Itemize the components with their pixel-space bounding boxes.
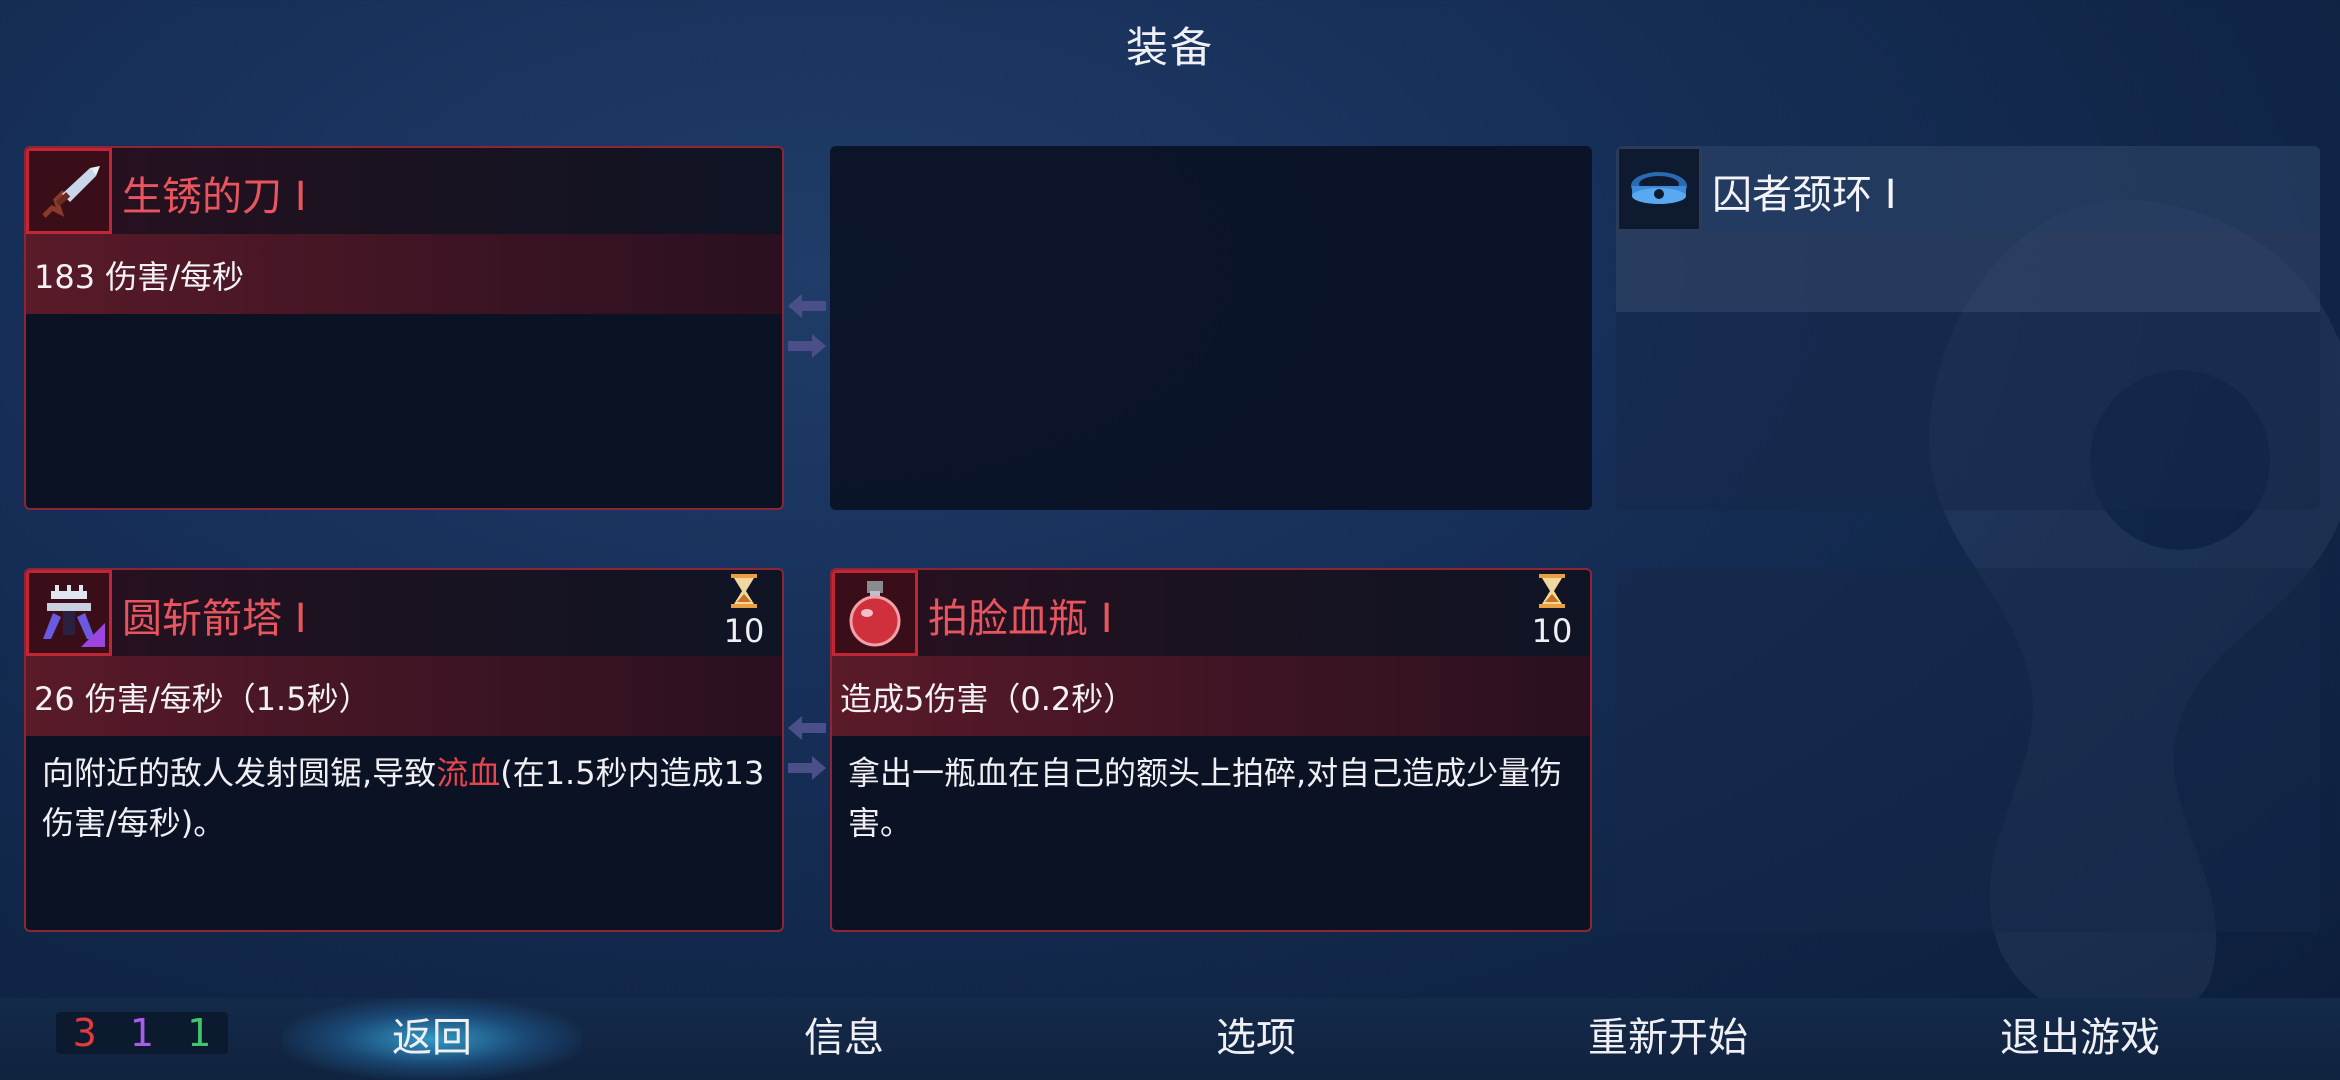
cooldown-value: 10	[723, 612, 765, 650]
item-name: 生锈的刀 Ⅰ	[122, 174, 307, 220]
survival-count: 1	[187, 1011, 212, 1055]
hourglass-icon	[1539, 574, 1565, 608]
bottom-nav-bar: 3 1 1 返回 信息 选项 重新开始 退出游戏	[0, 998, 2340, 1080]
amulet-slot[interactable]: 囚者颈环 Ⅰ	[1616, 146, 2320, 510]
damage-stat: 造成5伤害（0.2秒）	[840, 680, 1136, 718]
back-button[interactable]: 返回	[282, 998, 582, 1080]
tactics-count: 1	[129, 1011, 155, 1055]
blood-flask-icon	[832, 570, 918, 656]
skill-slot-1[interactable]: 圆斩箭塔 Ⅰ 10 26 伤害/每秒（1.5秒） 向附近的敌人发射圆锯,导致流血…	[24, 568, 784, 932]
info-button[interactable]: 信息	[694, 998, 994, 1080]
cooldown-value: 10	[1531, 612, 1573, 650]
stat-bar: 造成5伤害（0.2秒）	[832, 656, 1590, 736]
item-name: 拍脸血瓶 Ⅰ	[928, 596, 1113, 642]
skill-description: 向附近的敌人发射圆锯,导致流血(在1.5秒内造成13伤害/每秒)。	[42, 748, 774, 848]
stat-bar	[1616, 232, 2320, 312]
item-name: 圆斩箭塔 Ⅰ	[122, 596, 307, 642]
dps-stat: 183 伤害/每秒	[34, 258, 245, 296]
quit-game-button[interactable]: 退出游戏	[1930, 998, 2230, 1080]
prisoner-collar-icon	[1616, 146, 1702, 232]
bleed-keyword: 流血	[436, 754, 501, 792]
restart-button[interactable]: 重新开始	[1518, 998, 1818, 1080]
stat-bar: 183 伤害/每秒	[26, 234, 782, 314]
stat-bar: 26 伤害/每秒（1.5秒）	[26, 656, 782, 736]
cooldown-indicator: 10	[1522, 572, 1582, 650]
item-name: 囚者颈环 Ⅰ	[1712, 172, 1897, 218]
skill-description: 拿出一瓶血在自己的额头上拍碎,对自己造成少量伤害。	[848, 754, 1563, 842]
weapon-slot-1[interactable]: 生锈的刀 Ⅰ 183 伤害/每秒	[24, 146, 784, 510]
scroll-counters: 3 1 1	[56, 1011, 228, 1055]
hourglass-icon	[731, 574, 757, 608]
swap-arrows-icon[interactable]	[784, 708, 830, 788]
dps-stat: 26 伤害/每秒（1.5秒）	[34, 680, 371, 718]
desc-text: 向附近的敌人发射圆锯,导致	[42, 754, 437, 792]
rusty-blade-icon	[26, 148, 112, 234]
cooldown-indicator: 10	[714, 572, 774, 650]
swap-arrows-icon[interactable]	[784, 286, 830, 366]
options-button[interactable]: 选项	[1106, 998, 1406, 1080]
empty-slot[interactable]	[1616, 568, 2320, 932]
skill-slot-2[interactable]: 拍脸血瓶 Ⅰ 10 造成5伤害（0.2秒） 拿出一瓶血在自己的额头上拍碎,对自己…	[830, 568, 1592, 932]
sawblade-turret-icon	[26, 570, 112, 656]
page-title: 装备	[1125, 23, 1214, 72]
brutality-count: 3	[72, 1011, 97, 1055]
weapon-slot-2-empty[interactable]	[830, 146, 1592, 510]
